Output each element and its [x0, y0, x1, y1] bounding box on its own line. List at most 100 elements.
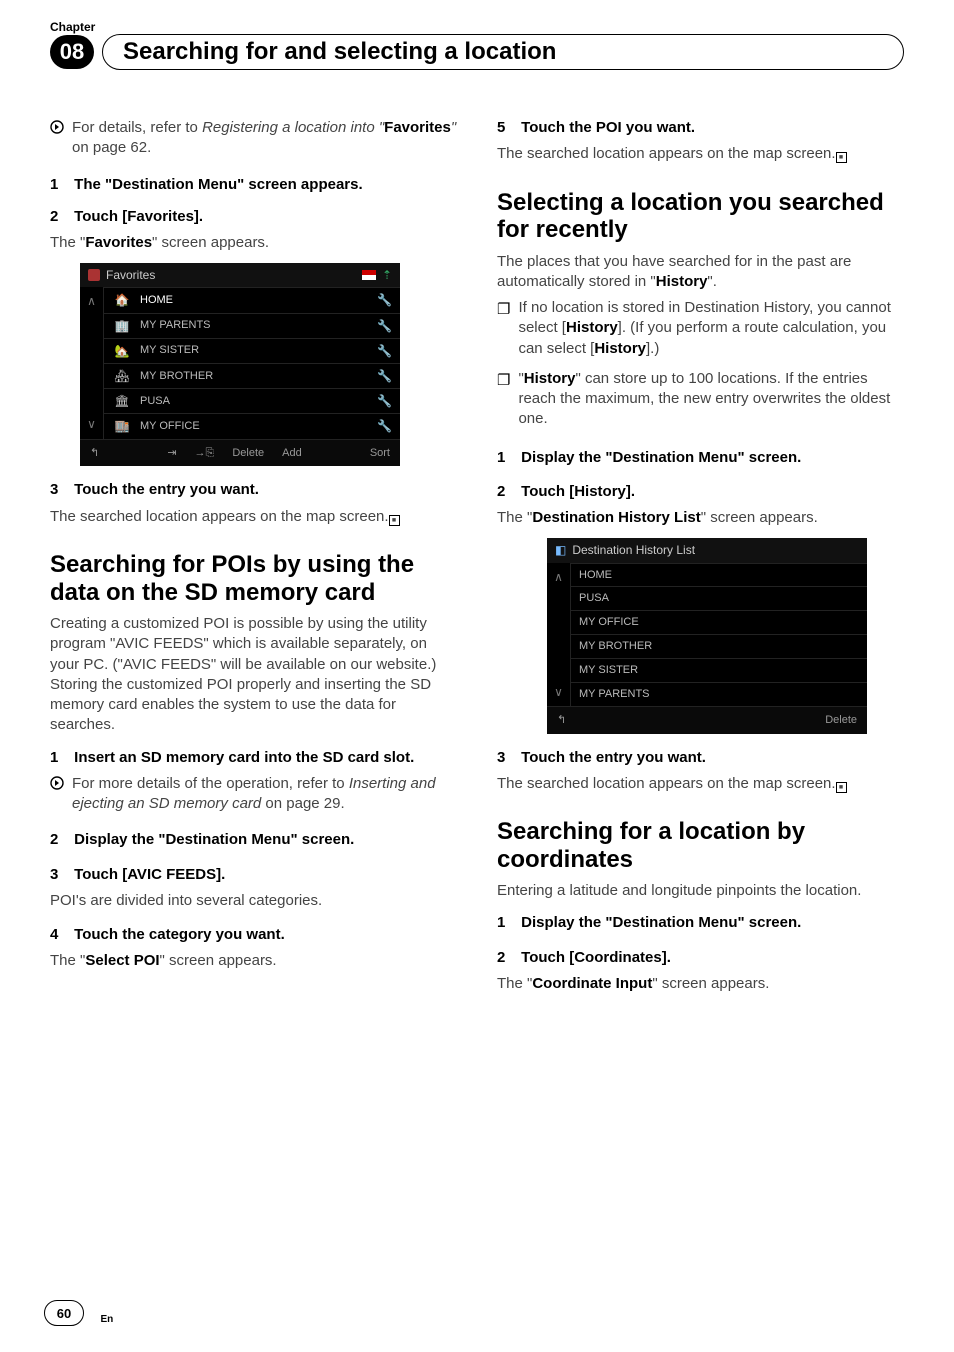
body-pre: The " [497, 509, 532, 526]
list-item-label: MY SISTER [140, 343, 369, 358]
list-item[interactable]: MY SISTER [571, 658, 867, 682]
step-number: 1 [497, 913, 517, 933]
body-bold: Select POI [85, 952, 159, 969]
end-marker-icon: ■ [836, 152, 847, 163]
list-item-label: MY OFFICE [140, 419, 369, 434]
sort-button[interactable]: Sort [370, 446, 390, 461]
export-button[interactable]: ⇥ [167, 446, 176, 461]
poi-intro: Creating a customized POI is possible by… [50, 614, 457, 736]
note-post: " can store up to 100 locations. If the … [518, 370, 890, 428]
list-item[interactable]: 🏛PUSA🔧 [104, 388, 400, 413]
poi-icon: 🏬 [112, 418, 132, 434]
edit-icon[interactable]: 🔧 [377, 368, 392, 384]
list-item[interactable]: MY BROTHER [571, 634, 867, 658]
chapter-title: Searching for and selecting a location [123, 38, 556, 66]
ref-after: on page 29. [261, 795, 344, 812]
body-text: The searched location appears on the map… [497, 145, 836, 162]
step-number: 3 [50, 480, 70, 500]
body-text: The searched location appears on the map… [50, 508, 389, 525]
step-number: 1 [497, 448, 517, 468]
step-title: Touch the entry you want. [74, 481, 259, 498]
edit-icon[interactable]: 🔧 [377, 393, 392, 409]
history-screen-title: Destination History List [572, 542, 695, 558]
step-number: 3 [497, 748, 517, 768]
list-item[interactable]: PUSA [571, 586, 867, 610]
section-title-coordinates: Searching for a location by coordinates [497, 818, 904, 873]
step-number: 3 [50, 865, 70, 885]
step-number: 5 [497, 118, 517, 138]
history-screenshot: ◧ Destination History List ∧ ∨ HOME PUSA… [547, 538, 867, 733]
step-number: 1 [50, 748, 70, 768]
ref-bold: Favorites [384, 119, 451, 136]
step-title: Touch [Coordinates]. [521, 949, 671, 966]
body-bold: Favorites [85, 234, 152, 251]
section-title-poi: Searching for POIs by using the data on … [50, 551, 457, 606]
list-item[interactable]: 🏠HOME🔧 [104, 287, 400, 312]
chapter-number-badge: 08 [50, 35, 94, 69]
import-button[interactable]: →⎘ [195, 446, 215, 461]
list-item[interactable]: MY OFFICE [571, 610, 867, 634]
body-post: " screen appears. [160, 952, 277, 969]
back-button[interactable]: ↰ [557, 713, 566, 728]
body-post: ". [707, 273, 717, 290]
step-title: Display the "Destination Menu" screen. [521, 449, 801, 466]
step-title: Touch the POI you want. [521, 119, 695, 136]
home-icon: 🏠 [112, 292, 132, 308]
list-item[interactable]: 🏢MY PARENTS🔧 [104, 313, 400, 338]
favorites-screen-title: Favorites [106, 267, 155, 283]
list-item[interactable]: 🏡 MY SISTER 🔧 [104, 338, 400, 363]
list-item-label: HOME [579, 568, 857, 583]
list-item[interactable]: 🏬 MY OFFICE 🔧 [104, 413, 400, 438]
arrow-right-icon [50, 120, 64, 165]
arrow-right-icon [50, 776, 64, 821]
scroll-down-icon[interactable]: ∨ [80, 410, 103, 438]
step-title: Display the "Destination Menu" screen. [521, 914, 801, 931]
edit-icon[interactable]: 🔧 [377, 318, 392, 334]
body-post: " screen appears. [701, 509, 818, 526]
step-number: 2 [50, 830, 70, 850]
add-button[interactable]: Add [282, 446, 302, 461]
page-footer: 60 En [44, 1300, 113, 1326]
list-item-label: MY BROTHER [579, 639, 857, 654]
body-post: " screen appears. [652, 975, 769, 992]
back-button[interactable]: ↰ [90, 446, 99, 461]
list-item[interactable]: MY PARENTS [571, 682, 867, 706]
scroll-down-icon[interactable]: ∨ [547, 678, 570, 706]
step-title: Display the "Destination Menu" screen. [74, 831, 354, 848]
list-item[interactable]: HOME [571, 563, 867, 587]
list-item-label: PUSA [579, 591, 857, 606]
delete-button[interactable]: Delete [825, 713, 857, 728]
poi-icon: 🏘 [112, 368, 132, 384]
end-marker-icon: ■ [389, 515, 400, 526]
step-number: 2 [497, 482, 517, 502]
edit-icon[interactable]: 🔧 [377, 418, 392, 434]
edit-icon[interactable]: 🔧 [377, 343, 392, 359]
body-bold: History [656, 273, 708, 290]
body-bold: Coordinate Input [532, 975, 652, 992]
step-title: Touch [History]. [521, 483, 635, 500]
scroll-up-icon[interactable]: ∧ [547, 563, 570, 591]
ref-italic-2: " [451, 119, 456, 136]
body-pre: The " [497, 975, 532, 992]
ref-pre: For more details of the operation, refer… [72, 775, 349, 792]
list-item-label: MY BROTHER [140, 369, 369, 384]
ref-text: For details, refer to [72, 119, 202, 136]
list-item-label: MY SISTER [579, 663, 857, 678]
delete-button[interactable]: Delete [232, 446, 264, 461]
step-title: Touch [Favorites]. [74, 208, 203, 225]
step-title: The "Destination Menu" screen appears. [74, 176, 362, 193]
poi-icon: 🏡 [112, 343, 132, 359]
list-item-label: MY OFFICE [579, 615, 857, 630]
ref-italic-1: Registering a location into " [202, 119, 384, 136]
note-text: If no location is stored in Destination … [518, 298, 904, 359]
list-item-label: MY PARENTS [140, 318, 369, 333]
body-pre: The " [50, 952, 85, 969]
step-number: 4 [50, 925, 70, 945]
note-bold-2: History [594, 340, 646, 357]
list-item-label: MY PARENTS [579, 687, 857, 702]
language-label: En [100, 1314, 113, 1325]
list-item[interactable]: 🏘 MY BROTHER 🔧 [104, 363, 400, 388]
scroll-up-icon[interactable]: ∧ [80, 287, 103, 315]
edit-icon[interactable]: 🔧 [377, 292, 392, 308]
coord-intro: Entering a latitude and longitude pinpoi… [497, 881, 904, 901]
